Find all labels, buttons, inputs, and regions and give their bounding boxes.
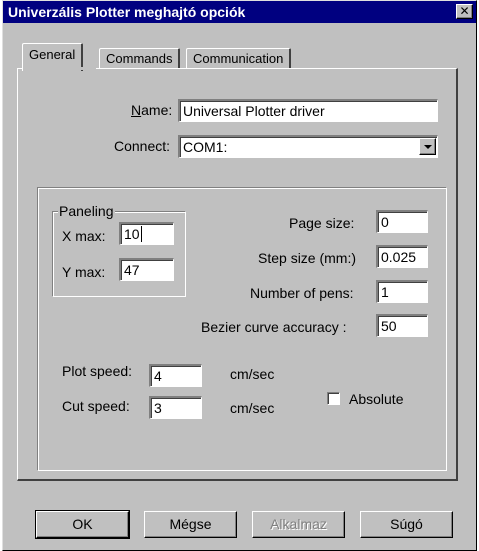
pens-label: Number of pens:: [250, 285, 354, 301]
bezier-input[interactable]: 50: [376, 314, 428, 337]
active-tab-joiner: [24, 67, 96, 70]
paneling-group-title: Paneling: [58, 203, 115, 219]
tab-general-label: General: [29, 47, 76, 62]
page-size-input[interactable]: 0: [376, 210, 428, 233]
apply-button[interactable]: Alkalmaz: [252, 511, 345, 538]
connect-select[interactable]: COM1:: [178, 135, 438, 158]
close-icon: ✕: [459, 4, 470, 18]
name-input[interactable]: Universal Plotter driver: [178, 99, 438, 122]
step-size-input[interactable]: 0.025: [376, 245, 428, 268]
cut-speed-label: Cut speed:: [62, 398, 130, 414]
ymax-label: Y max:: [62, 264, 106, 280]
cancel-button[interactable]: Mégse: [144, 511, 237, 538]
step-size-label: Step size (mm:): [258, 250, 357, 266]
text-cursor: [140, 226, 142, 242]
plotter-options-dialog: Univerzális Plotter meghajtó opciók ✕ Ge…: [2, 0, 477, 551]
pens-input[interactable]: 1: [376, 280, 428, 303]
plot-speed-input[interactable]: 4: [149, 364, 202, 387]
xmax-input[interactable]: 10: [119, 222, 174, 245]
chevron-down-icon: [424, 145, 432, 149]
connect-dropdown-button[interactable]: [419, 138, 436, 155]
xmax-label: X max:: [62, 228, 106, 244]
ymax-input[interactable]: 47: [119, 258, 174, 281]
absolute-checkbox[interactable]: [327, 392, 340, 405]
cut-speed-input[interactable]: 3: [149, 396, 202, 419]
tab-commands-label: Commands: [106, 51, 173, 66]
window-title: Univerzális Plotter meghajtó opciók: [8, 4, 246, 20]
absolute-label[interactable]: Absolute: [349, 391, 403, 407]
tab-communication-label: Communication: [193, 51, 284, 66]
bezier-label: Bezier curve accuracy :: [201, 319, 347, 335]
page-size-label: Page size:: [289, 215, 355, 231]
cut-speed-unit: cm/sec: [230, 400, 275, 416]
close-button[interactable]: ✕: [456, 4, 473, 19]
connect-label: Connect:: [114, 138, 171, 154]
plot-speed-unit: cm/sec: [230, 366, 275, 382]
plot-speed-label: Plot speed:: [62, 363, 133, 379]
general-tab-panel: Name: Universal Plotter driver Connect: …: [17, 68, 458, 481]
title-bar[interactable]: Univerzális Plotter meghajtó opciók ✕: [3, 1, 476, 23]
name-label: Name:: [131, 102, 173, 118]
help-button[interactable]: Súgó: [360, 511, 453, 538]
ok-button[interactable]: OK: [35, 510, 130, 539]
